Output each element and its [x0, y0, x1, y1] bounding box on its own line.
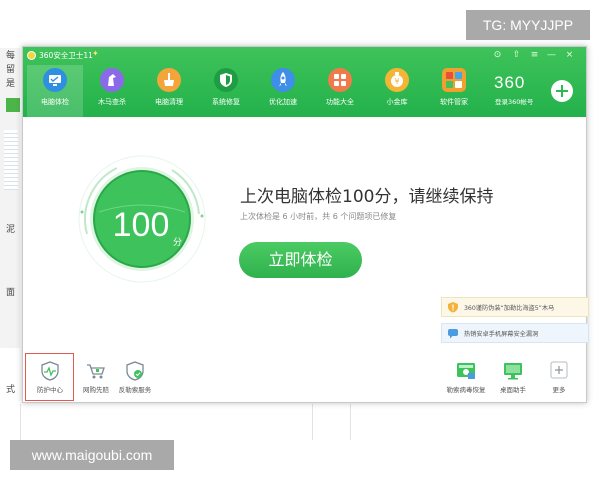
tab-label: 系统修复 [212, 98, 240, 106]
tab-computer-cleanup[interactable]: 电脑清理 [141, 65, 197, 117]
background-fragment: 是 [6, 79, 16, 89]
cart-icon [87, 364, 105, 379]
app-logo-icon [27, 51, 36, 60]
recovery-icon [457, 363, 475, 379]
horse-icon [100, 68, 124, 92]
news-text: 热销安卓手机屏幕安全漏洞 [464, 331, 539, 338]
checkup-subtext: 上次体检是 6 小时前，共 6 个问题项已修复 [240, 212, 397, 221]
tab-label: 电脑清理 [155, 98, 183, 106]
ransomware-recovery-button[interactable]: 勒索病毒恢复 [443, 359, 489, 399]
background-text-lines [4, 130, 18, 190]
background-fragment: 泥 [6, 225, 16, 235]
protection-center-button[interactable]: 防护中心 [27, 359, 73, 399]
login-link[interactable]: 登录360帐号 [495, 96, 533, 106]
anti-ransomware-label: 反勒索服务 [118, 386, 152, 394]
background-page-strip [0, 48, 20, 348]
news-text: 360谨防伪装“加勒比海盗5”木马 [464, 305, 555, 312]
background-fragment: 每 [6, 51, 16, 61]
tab-label: 小金库 [386, 98, 408, 106]
tab-label: 软件管家 [440, 98, 468, 106]
tab-optimize-speed[interactable]: 优化加速 [255, 65, 311, 117]
protection-center-label: 防护中心 [37, 386, 63, 394]
tab-label: 木马查杀 [98, 98, 126, 106]
plus-box-icon [550, 361, 568, 379]
brand-360-logo: 360 [494, 73, 526, 92]
pulse-shield-icon [41, 361, 59, 381]
monitor-check-icon [43, 68, 67, 92]
more-label: 更多 [552, 386, 566, 394]
shield-check-icon [126, 361, 144, 381]
shield-icon [214, 68, 238, 92]
news-item[interactable]: 热销安卓手机屏幕安全漏洞 [441, 323, 589, 343]
background-fragment: 式 [6, 385, 16, 395]
minimize-icon[interactable]: — [546, 50, 557, 61]
anti-ransomware-button[interactable]: 反勒索服务 [112, 359, 158, 399]
tab-computer-checkup[interactable]: 电脑体检 [27, 65, 83, 117]
tab-label: 功能大全 [326, 98, 354, 106]
background-fragment: 面 [6, 288, 16, 298]
share-icon[interactable]: ⇧ [511, 50, 522, 61]
broom-icon [157, 68, 181, 92]
skin-balloon-icon[interactable]: ⊙ [492, 50, 503, 61]
tab-trojan-scan[interactable]: 木马查杀 [84, 65, 140, 117]
title-bar: 360安全卫士11 ✦ ⊙ ⇧ ≡ — × [23, 47, 586, 65]
app-window: 360安全卫士11 ✦ ⊙ ⇧ ≡ — × 电脑体检 木马查杀 电脑清理 系统修… [22, 46, 589, 403]
warning-shield-icon [448, 302, 458, 313]
score-value: 100 [112, 206, 170, 244]
tab-software-manager[interactable]: 软件管家 [426, 65, 482, 117]
background-divider [350, 404, 351, 440]
watermark-site: www.maigoubi.com [10, 440, 174, 470]
background-green-block [6, 98, 20, 112]
title-badge-icon: ✦ [92, 49, 99, 58]
tab-feature-center[interactable]: 功能大全 [312, 65, 368, 117]
svg-text:¥: ¥ [394, 77, 399, 86]
chat-icon [448, 329, 458, 339]
add-account-button[interactable] [551, 80, 573, 102]
apps-icon [442, 68, 466, 92]
news-item[interactable]: 360谨防伪装“加勒比海盗5”木马 [441, 297, 589, 317]
close-icon[interactable]: × [564, 50, 575, 61]
ransomware-recovery-label: 勒索病毒恢复 [446, 386, 486, 394]
background-divider [312, 404, 313, 440]
app-title: 360安全卫士11 [39, 51, 93, 60]
desktop-icon [504, 363, 522, 380]
desktop-assistant-label: 桌面助手 [500, 386, 526, 394]
score-unit: 分 [173, 238, 183, 248]
tab-label: 电脑体检 [41, 98, 69, 106]
watermark-tg: TG: MYYJJPP [466, 10, 590, 40]
background-fragment: 留 [6, 65, 16, 75]
more-button[interactable]: 更多 [536, 359, 582, 399]
rocket-icon [271, 68, 295, 92]
coin-icon: ¥ [385, 68, 409, 92]
tab-label: 优化加速 [269, 98, 297, 106]
menu-icon[interactable]: ≡ [529, 50, 540, 61]
tab-system-repair[interactable]: 系统修复 [198, 65, 254, 117]
top-navigation-bar: 360安全卫士11 ✦ ⊙ ⇧ ≡ — × 电脑体检 木马查杀 电脑清理 系统修… [23, 47, 586, 117]
checkup-headline: 上次电脑体检100分，请继续保持 [240, 187, 494, 207]
screenshot-stage: 每 留 是 泥 面 式 TG: MYYJJPP www.maigoubi.com… [0, 0, 600, 480]
tab-vault[interactable]: ¥ 小金库 [369, 65, 425, 117]
start-checkup-button[interactable]: 立即体检 [239, 242, 362, 278]
background-divider [20, 404, 21, 440]
desktop-assistant-button[interactable]: 桌面助手 [490, 359, 536, 399]
grid-icon [328, 68, 352, 92]
